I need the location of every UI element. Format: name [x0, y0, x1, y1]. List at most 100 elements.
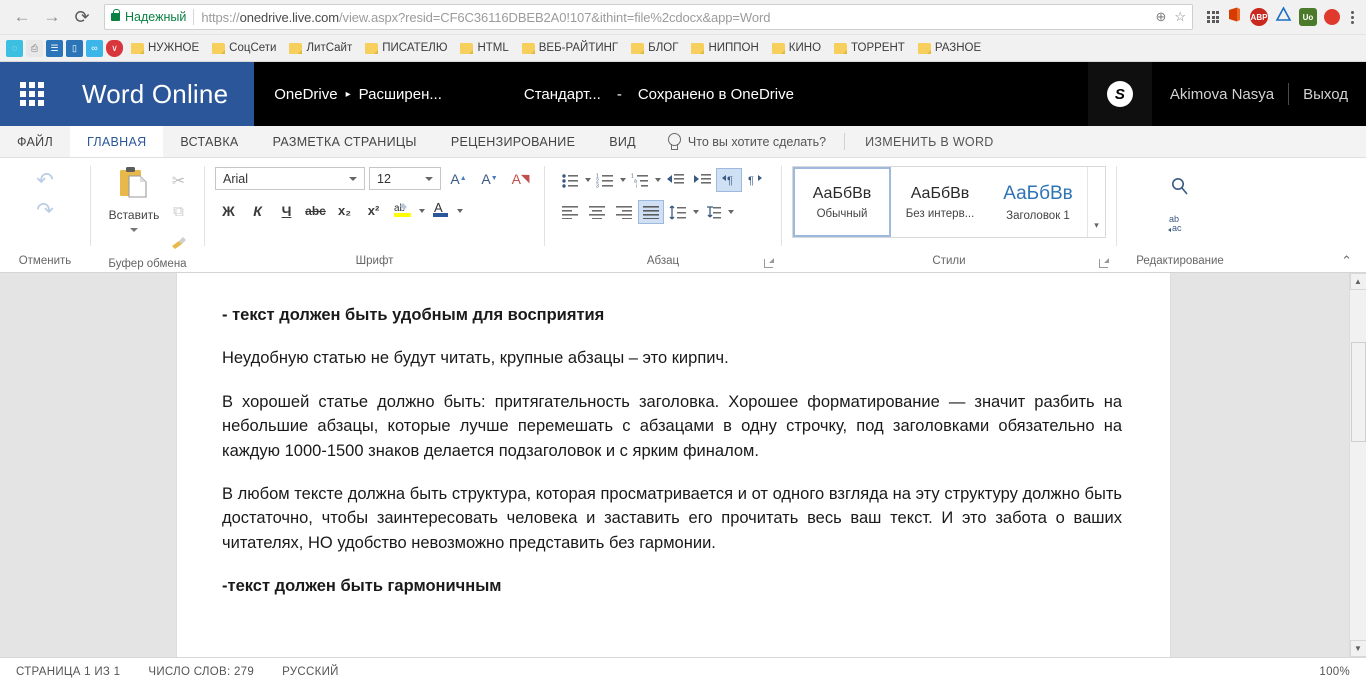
shrink-font-icon[interactable]: A▼	[476, 166, 503, 191]
word-count[interactable]: ЧИСЛО СЛОВ: 279	[148, 666, 254, 678]
chevron-down-icon[interactable]	[457, 209, 463, 213]
list-icon[interactable]: ☰	[46, 40, 63, 57]
multilevel-list-icon[interactable]: 1ai	[627, 168, 653, 192]
bookmark-item[interactable]: HTML	[455, 41, 513, 55]
document-name[interactable]: Стандарт...	[524, 86, 601, 103]
line-spacing-icon[interactable]	[665, 200, 691, 224]
font-size-input[interactable]: 12	[369, 167, 441, 190]
strikethrough-button[interactable]: abc	[302, 198, 329, 223]
italic-button[interactable]: К	[244, 198, 271, 223]
bookmark-item[interactable]: КИНО	[767, 41, 826, 55]
tell-me-search[interactable]: Что вы хотите сделать?	[653, 126, 840, 157]
underline-button[interactable]: Ч	[273, 198, 300, 223]
skype-icon[interactable]: S	[1088, 62, 1152, 126]
pomodoro-tomato-icon[interactable]	[1324, 9, 1340, 25]
scroll-up-icon[interactable]: ▲	[1350, 273, 1366, 290]
bookmark-item[interactable]: ВЕБ-РАЙТИНГ	[517, 41, 623, 55]
tab-home[interactable]: ГЛАВНАЯ	[70, 126, 163, 157]
subscript-button[interactable]: x₂	[331, 198, 358, 223]
tab-review[interactable]: РЕЦЕНЗИРОВАНИЕ	[434, 126, 592, 157]
align-right-icon[interactable]	[611, 200, 637, 224]
address-bar[interactable]: Надежный https://onedrive.live.com/view.…	[104, 4, 1193, 30]
scrollbar-thumb[interactable]	[1351, 342, 1366, 442]
numbered-list-icon[interactable]: 123	[592, 168, 618, 192]
office-icon[interactable]	[1226, 6, 1243, 28]
chevron-down-icon[interactable]	[425, 177, 433, 181]
tab-view[interactable]: ВИД	[592, 126, 653, 157]
cbs-icon[interactable]: ◌	[6, 40, 23, 57]
undo-arrow-icon[interactable]: ↶	[36, 170, 54, 191]
left-to-right-icon[interactable]: ¶	[716, 168, 742, 192]
tab-page-layout[interactable]: РАЗМЕТКА СТРАНИЦЫ	[256, 126, 434, 157]
right-to-left-icon[interactable]: ¶	[743, 168, 769, 192]
style-card-heading1[interactable]: АаБбВв Заголовок 1	[989, 167, 1087, 237]
back-button[interactable]: ←	[8, 3, 36, 31]
format-painter-icon[interactable]	[165, 230, 192, 255]
breadcrumb-folder[interactable]: Расширен...	[359, 86, 442, 103]
decrease-indent-icon[interactable]	[662, 168, 688, 192]
language-indicator[interactable]: РУССКИЙ	[282, 666, 339, 678]
bookmark-item[interactable]: РАЗНОЕ	[913, 41, 986, 55]
infinity-icon[interactable]: ∞	[86, 40, 103, 57]
scissors-icon[interactable]: ✂	[165, 168, 192, 193]
tab-file[interactable]: ФАЙЛ	[0, 126, 70, 157]
copy-icon[interactable]: ⧉	[165, 199, 192, 224]
unblock-icon[interactable]: Uo	[1299, 8, 1317, 26]
paragraph-dialog-launcher[interactable]	[764, 259, 773, 268]
bold-button[interactable]: Ж	[215, 198, 242, 223]
chevron-down-icon[interactable]	[693, 210, 699, 214]
forward-button[interactable]: →	[38, 3, 66, 31]
adblock-plus-icon[interactable]: ABP	[1250, 8, 1268, 26]
text-highlight-icon[interactable]: ab	[389, 198, 416, 223]
zoom-level[interactable]: 100%	[1319, 666, 1350, 678]
bookmark-item[interactable]: БЛОГ	[626, 41, 683, 55]
chevron-down-icon[interactable]	[419, 209, 425, 213]
vertical-scrollbar[interactable]: ▲ ▼	[1349, 273, 1366, 657]
document-page[interactable]: - текст должен быть удобным для восприят…	[177, 273, 1170, 657]
replace-abc-icon[interactable]: abac	[1167, 213, 1193, 238]
printer-icon[interactable]: ⎙	[26, 40, 43, 57]
page-indicator[interactable]: СТРАНИЦА 1 ИЗ 1	[16, 666, 120, 678]
bookmark-item[interactable]: ТОРРЕНТ	[829, 41, 910, 55]
app-launcher-icon[interactable]	[0, 62, 64, 126]
bulleted-list-icon[interactable]	[557, 168, 583, 192]
redo-arrow-icon[interactable]: ↷	[36, 200, 54, 221]
chevron-down-icon[interactable]	[585, 178, 591, 182]
chevron-down-icon[interactable]	[130, 228, 138, 232]
apps-grid-icon[interactable]	[1207, 11, 1219, 23]
clear-formatting-icon[interactable]: A◥	[507, 166, 534, 191]
grow-font-icon[interactable]: A▲	[445, 166, 472, 191]
collapse-ribbon-icon[interactable]: ⌃	[1341, 253, 1352, 269]
search-magnifier-icon[interactable]	[1170, 176, 1190, 201]
font-color-icon[interactable]: A	[427, 198, 454, 223]
increase-indent-icon[interactable]	[689, 168, 715, 192]
bookmark-item[interactable]: ПИСАТЕЛЮ	[360, 41, 452, 55]
yandex-icon[interactable]	[1275, 6, 1292, 28]
bookmark-item[interactable]: ЛитСайт	[284, 41, 357, 55]
paste-button[interactable]: Вставить	[103, 164, 165, 232]
zoom-in-icon[interactable]: ⊕	[1155, 9, 1166, 25]
chevron-down-icon[interactable]	[728, 210, 734, 214]
user-name[interactable]: Akimova Nasya	[1170, 86, 1274, 103]
scroll-down-icon[interactable]: ▼	[1350, 640, 1366, 657]
paragraph-spacing-icon[interactable]	[700, 200, 726, 224]
styles-more-icon[interactable]: ▾	[1087, 167, 1105, 237]
superscript-button[interactable]: x²	[360, 198, 387, 223]
align-center-icon[interactable]	[584, 200, 610, 224]
justify-icon[interactable]	[638, 200, 664, 224]
bookmark-item[interactable]: СоцСети	[207, 41, 281, 55]
font-name-input[interactable]: Arial	[215, 167, 365, 190]
styles-dialog-launcher[interactable]	[1099, 259, 1108, 268]
breadcrumb-onedrive[interactable]: OneDrive	[274, 86, 337, 103]
edit-in-word-button[interactable]: ИЗМЕНИТЬ В WORD	[849, 126, 1010, 157]
signout-link[interactable]: Выход	[1303, 86, 1348, 103]
style-card-no-spacing[interactable]: АаБбВв Без интерв...	[891, 167, 989, 237]
chrome-menu-icon[interactable]	[1347, 11, 1358, 24]
reload-button[interactable]: ⟳	[68, 3, 96, 31]
chevron-down-icon[interactable]	[349, 177, 357, 181]
tab-insert[interactable]: ВСТАВКА	[163, 126, 255, 157]
bookmark-star-icon[interactable]: ☆	[1174, 9, 1186, 25]
chevron-down-icon[interactable]	[620, 178, 626, 182]
style-card-normal[interactable]: АаБбВв Обычный	[793, 167, 891, 237]
pocket-icon[interactable]: ▯	[66, 40, 83, 57]
